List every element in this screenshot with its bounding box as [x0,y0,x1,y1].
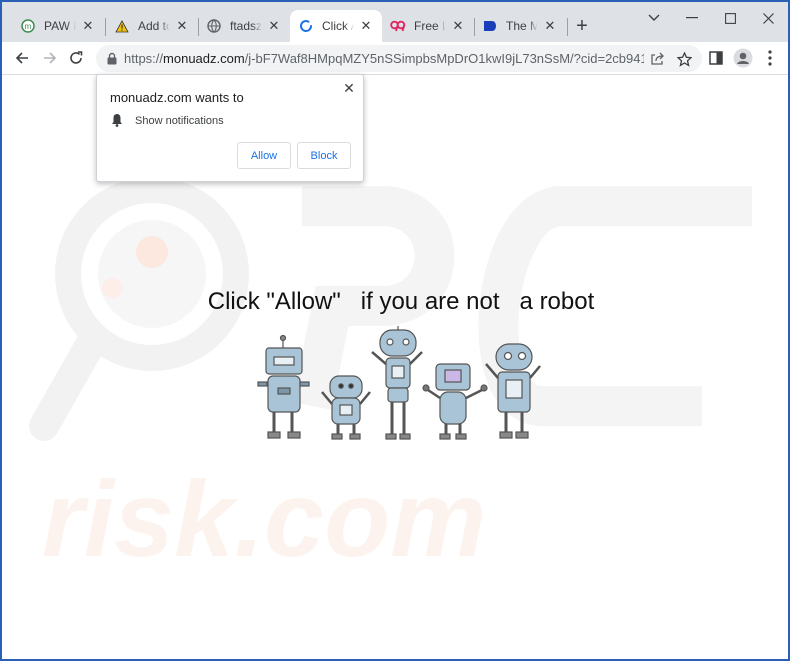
bell-icon [112,114,122,127]
block-button[interactable]: Block [297,142,351,169]
tab-click-allow[interactable]: Click Allow ✕ [290,10,382,42]
profile-avatar-icon[interactable] [731,46,755,70]
tab-title: ftadszone [230,19,262,33]
tab-add-to[interactable]: Add to Your ✕ [106,10,198,42]
address-bar[interactable]: https://monuadz.com/j-bF7Waf8HMpqMZY5nSS… [96,45,702,72]
tab-search-chevron-icon[interactable] [636,4,672,32]
minimize-button[interactable] [674,4,710,32]
new-tab-button[interactable]: + [570,14,594,38]
tab-title: The Most [506,19,538,33]
tab-separator [567,18,568,36]
tab-title: Add to Your [138,19,170,33]
svg-text:risk.com: risk.com [42,458,486,579]
page-headline: Click "Allow" if you are not a robot [207,288,595,315]
side-panel-icon[interactable] [704,46,728,70]
close-icon[interactable]: ✕ [341,80,357,96]
maximize-button[interactable] [712,4,748,32]
close-tab-icon[interactable]: ✕ [174,18,190,34]
tab-title: Click Allow [322,19,354,33]
reload-icon[interactable] [64,46,88,70]
bookmark-star-icon[interactable] [674,49,694,69]
back-arrow-icon[interactable] [10,46,34,70]
globe-icon [206,18,222,34]
browser-window: m PAW Patrol ✕ Add to Your ✕ ftadszone ✕ [0,0,790,661]
close-tab-icon[interactable]: ✕ [542,18,558,34]
tab-title: PAW Patrol [44,19,76,33]
forward-arrow-icon[interactable] [38,46,62,70]
menu-kebab-icon[interactable] [758,46,782,70]
lock-icon[interactable] [106,52,118,65]
nine-icon [390,18,406,34]
permission-label: Show notifications [135,115,224,127]
close-window-button[interactable] [750,4,786,32]
paw-patrol-favicon-icon: m [20,18,36,34]
flag-icon [482,18,498,34]
url-scheme: https:// [124,51,164,66]
robots-illustration [257,326,541,440]
close-tab-icon[interactable]: ✕ [358,18,374,34]
tab-paw-patrol[interactable]: m PAW Patrol ✕ [12,10,104,42]
svg-text:m: m [25,22,32,31]
url-path: /j-bF7Waf8HMpqMZY5nSSimpbsMpDrO1kwI9jL73… [244,51,644,66]
tab-free-live[interactable]: Free Live ✕ [382,10,474,42]
close-tab-icon[interactable]: ✕ [450,18,466,34]
popup-title: monuadz.com wants to [110,90,244,105]
url-text[interactable]: https://monuadz.com/j-bF7Waf8HMpqMZY5nSS… [124,51,644,66]
notification-permission-popup: monuadz.com wants to ✕ Show notification… [96,74,364,182]
close-tab-icon[interactable]: ✕ [266,18,282,34]
tab-strip: m PAW Patrol ✕ Add to Your ✕ ftadszone ✕ [2,2,788,42]
toolbar: https://monuadz.com/j-bF7Waf8HMpqMZY5nSS… [2,42,788,75]
share-icon[interactable] [647,49,667,69]
tab-the-most[interactable]: The Most ✕ [474,10,566,42]
loading-icon [298,18,314,34]
tab-title: Free Live [414,19,446,33]
url-host: monuadz.com [163,51,245,66]
tab-ftadszone[interactable]: ftadszone ✕ [198,10,290,42]
warning-icon [114,18,130,34]
allow-button[interactable]: Allow [237,142,291,169]
close-tab-icon[interactable]: ✕ [80,18,96,34]
